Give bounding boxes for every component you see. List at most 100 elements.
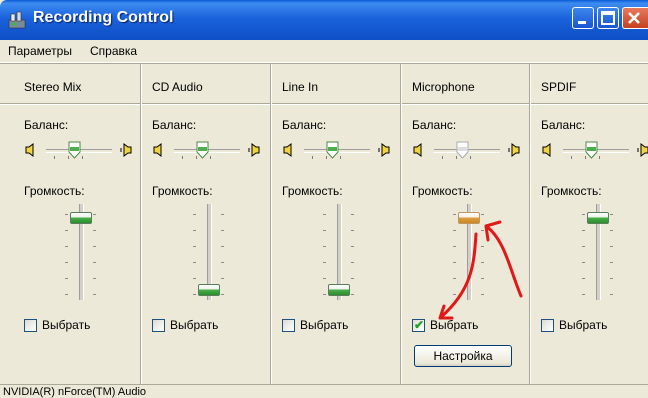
volume-tick — [481, 230, 484, 231]
volume-slider-thumb[interactable] — [198, 284, 220, 296]
select-checkbox[interactable]: ✔ — [412, 318, 425, 332]
volume-tick — [65, 294, 68, 295]
balance-slider-thumb[interactable] — [585, 141, 598, 159]
volume-tick — [193, 246, 196, 247]
status-bar: NVIDIA(R) nForce(TM) Audio — [0, 384, 648, 398]
volume-label: Громкость: — [541, 184, 602, 198]
balance-tick — [182, 156, 183, 159]
volume-tick — [93, 262, 96, 263]
volume-tick — [453, 294, 456, 295]
channel-name: Stereo Mix — [24, 80, 82, 94]
select-label: Выбрать — [430, 318, 479, 332]
balance-slider-thumb[interactable] — [68, 141, 81, 159]
select-label: Выбрать — [170, 318, 219, 332]
select-label: Выбрать — [42, 318, 91, 332]
volume-tick — [453, 214, 456, 215]
channel-name: SPDIF — [541, 80, 577, 94]
volume-tick — [193, 278, 196, 279]
maximize-button[interactable] — [597, 7, 619, 29]
speaker-right-icon — [248, 143, 260, 157]
balance-tick — [54, 156, 55, 159]
menu-bar: Параметры Справка — [0, 40, 648, 63]
balance-slider-thumb[interactable] — [456, 141, 469, 159]
volume-label: Громкость: — [152, 184, 213, 198]
balance-slider-thumb[interactable] — [326, 141, 339, 159]
menu-parameters[interactable]: Параметры — [8, 44, 72, 58]
volume-tick — [582, 262, 585, 263]
volume-label: Громкость: — [282, 184, 343, 198]
balance-tick — [470, 156, 471, 159]
volume-tick — [481, 262, 484, 263]
volume-tick — [351, 278, 354, 279]
volume-tick — [323, 230, 326, 231]
volume-tick — [221, 262, 224, 263]
balance-slider-thumb[interactable] — [196, 141, 209, 159]
volume-tick — [582, 278, 585, 279]
volume-tick — [610, 262, 613, 263]
volume-tick — [221, 278, 224, 279]
volume-slider-thumb[interactable] — [328, 284, 350, 296]
volume-tick — [481, 294, 484, 295]
balance-tick — [442, 156, 443, 159]
volume-tick — [582, 246, 585, 247]
balance-label: Баланс: — [412, 118, 457, 132]
volume-tick — [610, 246, 613, 247]
volume-tick — [351, 294, 354, 295]
balance-tick — [599, 156, 600, 159]
select-label: Выбрать — [559, 318, 608, 332]
volume-slider-thumb[interactable] — [458, 212, 480, 224]
recording-control-icon — [8, 11, 26, 29]
speaker-left-icon — [25, 143, 34, 157]
select-checkbox[interactable] — [24, 319, 37, 332]
close-button[interactable] — [622, 7, 648, 29]
balance-tick — [210, 156, 211, 159]
volume-tick — [610, 294, 613, 295]
volume-tick — [323, 278, 326, 279]
volume-tick — [93, 246, 96, 247]
volume-tick — [351, 262, 354, 263]
volume-slider-thumb[interactable] — [587, 212, 609, 224]
channel-spdif: SPDIF Баланс: Громкость: Выбрать — [541, 64, 648, 384]
volume-tick — [453, 262, 456, 263]
speaker-right-icon — [637, 143, 648, 157]
volume-tick — [323, 262, 326, 263]
volume-tick — [582, 294, 585, 295]
volume-tick — [481, 278, 484, 279]
speaker-right-icon — [378, 143, 390, 157]
close-icon — [628, 12, 640, 24]
volume-tick — [453, 230, 456, 231]
balance-tick — [571, 156, 572, 159]
minimize-icon — [578, 21, 586, 24]
balance-tick — [340, 156, 341, 159]
channel-name: CD Audio — [152, 80, 203, 94]
volume-label: Громкость: — [412, 184, 473, 198]
channel-line-in: Line In Баланс: Громкость: Выбрать — [282, 64, 412, 384]
volume-tick — [351, 246, 354, 247]
balance-label: Баланс: — [541, 118, 586, 132]
balance-label: Баланс: — [152, 118, 197, 132]
speaker-right-icon — [120, 143, 132, 157]
select-checkbox[interactable] — [152, 319, 165, 332]
balance-tick — [312, 156, 313, 159]
minimize-button[interactable] — [572, 7, 594, 29]
volume-tick — [93, 214, 96, 215]
volume-tick — [65, 262, 68, 263]
channel-cd-audio: CD Audio Баланс: Громкость: Выбрать — [152, 64, 282, 384]
volume-slider-thumb[interactable] — [70, 212, 92, 224]
menu-help[interactable]: Справка — [90, 44, 137, 58]
volume-tick — [193, 214, 196, 215]
select-checkbox[interactable] — [282, 319, 295, 332]
channel-name: Microphone — [412, 80, 475, 94]
volume-tick — [323, 294, 326, 295]
speaker-left-icon — [153, 143, 162, 157]
status-text: NVIDIA(R) nForce(TM) Audio — [3, 386, 147, 398]
select-checkbox[interactable] — [541, 319, 554, 332]
volume-label: Громкость: — [24, 184, 85, 198]
volume-tick — [65, 214, 68, 215]
volume-tick — [351, 214, 354, 215]
advanced-button[interactable]: Настройка — [414, 345, 512, 367]
volume-tick — [610, 278, 613, 279]
volume-tick — [193, 230, 196, 231]
maximize-icon — [601, 11, 615, 25]
volume-tick — [453, 246, 456, 247]
